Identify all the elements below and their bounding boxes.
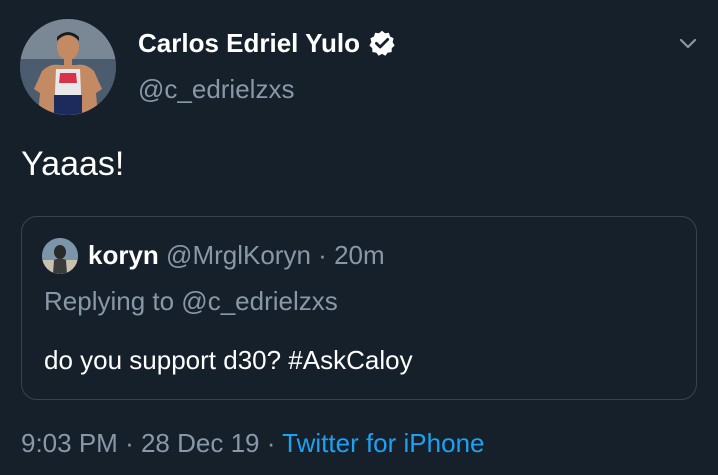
tweet-source-link[interactable]: Twitter for iPhone	[282, 428, 484, 458]
quoted-avatar-photo	[42, 238, 78, 274]
quoted-text: do you support d30? #AskCaloy	[44, 345, 413, 375]
replying-to: Replying to @c_edrielzxs	[44, 286, 338, 316]
avatar-photo	[20, 19, 116, 115]
quoted-author-avatar[interactable]	[42, 238, 78, 274]
quoted-separator: ·	[318, 240, 327, 270]
author-handle[interactable]: @c_edrielzxs	[138, 72, 294, 106]
tweet-metadata: 9:03 PM · 28 Dec 19 · Twitter for iPhone	[21, 426, 484, 460]
quoted-author-name[interactable]: koryn	[88, 240, 159, 270]
quoted-tweet[interactable]: koryn @MrglKoryn · 20m Replying to @c_ed…	[21, 216, 697, 400]
author-name-text: Carlos Edriel Yulo	[138, 28, 361, 58]
verified-badge-icon	[368, 29, 396, 57]
author-avatar[interactable]	[20, 19, 116, 115]
tweet-text: Yaaas!	[21, 145, 125, 183]
chevron-down-icon[interactable]	[676, 33, 700, 53]
quoted-timestamp[interactable]: 20m	[334, 240, 385, 270]
author-display-name[interactable]: Carlos Edriel Yulo	[138, 26, 396, 60]
quoted-author-handle[interactable]: @MrglKoryn	[166, 240, 311, 270]
tweet-time[interactable]: 9:03 PM	[21, 428, 118, 458]
tweet-date[interactable]: 28 Dec 19	[141, 428, 260, 458]
meta-separator: ·	[125, 428, 134, 458]
meta-separator: ·	[266, 428, 276, 458]
quoted-header: koryn @MrglKoryn · 20m	[88, 238, 385, 272]
